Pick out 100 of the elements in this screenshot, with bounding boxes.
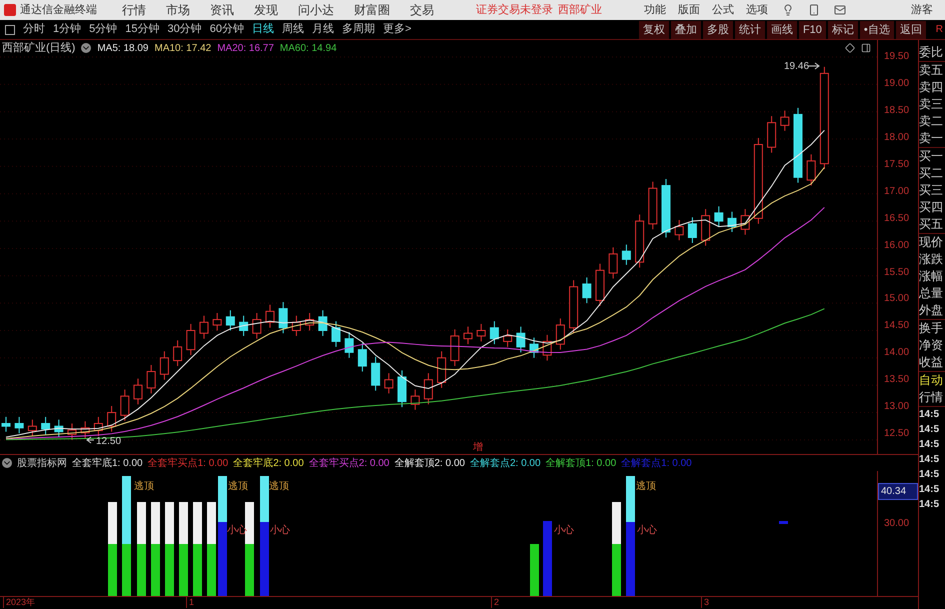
candlestick bbox=[728, 211, 736, 233]
price-axis-label: 12.50 bbox=[883, 427, 910, 442]
menu-item[interactable]: 交易 bbox=[410, 1, 434, 19]
chart-title: 西部矿业(日线) bbox=[2, 40, 76, 56]
quote-field-label: 总量 bbox=[919, 285, 944, 302]
menu-item[interactable]: 公式 bbox=[712, 2, 734, 18]
menu-item[interactable]: 版面 bbox=[678, 2, 700, 18]
ma-value: MA10: 17.42 bbox=[154, 42, 212, 56]
panel-icon[interactable] bbox=[5, 24, 15, 34]
indicator-value: 全解套点2: 0.00 bbox=[470, 456, 541, 470]
price-axis-label: 18.50 bbox=[883, 104, 910, 118]
time-axis-label: 3 bbox=[701, 597, 710, 608]
period-tab[interactable]: 1分钟 bbox=[53, 21, 82, 38]
ma-value: MA20: 16.77 bbox=[217, 42, 274, 56]
tool-button[interactable]: 统计 bbox=[734, 20, 765, 38]
price-axis-label: 15.50 bbox=[883, 266, 910, 280]
menu-item[interactable]: 问小达 bbox=[298, 1, 334, 19]
period-tab[interactable]: 分时 bbox=[23, 21, 45, 38]
candlestick bbox=[305, 312, 314, 331]
trade-time: 14:5 bbox=[919, 453, 940, 467]
tool-button[interactable]: 画线 bbox=[766, 20, 797, 38]
tool-button[interactable]: F10 bbox=[798, 20, 826, 38]
candlestick bbox=[80, 420, 90, 439]
menu-item[interactable]: 选项 bbox=[746, 2, 768, 18]
tool-button[interactable]: 多股 bbox=[702, 20, 733, 38]
period-tab[interactable]: 15分钟 bbox=[125, 21, 160, 38]
lightbulb-icon[interactable] bbox=[782, 4, 794, 16]
period-tab[interactable]: 5分钟 bbox=[89, 21, 118, 38]
candlestick bbox=[239, 315, 248, 336]
indicator-value: 全套牢底1: 0.00 bbox=[72, 456, 143, 470]
price-axis-label: 14.50 bbox=[883, 319, 910, 334]
candlestick bbox=[701, 208, 710, 246]
candlestick bbox=[54, 419, 64, 438]
price-axis-label: 18.00 bbox=[883, 130, 910, 145]
tool-button[interactable]: •自选 bbox=[860, 20, 894, 38]
candlestick bbox=[635, 214, 644, 268]
period-tab[interactable]: 60分钟 bbox=[210, 21, 244, 38]
candlestick bbox=[186, 323, 196, 356]
period-tab[interactable]: 30分钟 bbox=[168, 21, 202, 38]
time-axis-label: 2 bbox=[491, 597, 500, 608]
candlestick bbox=[596, 263, 604, 306]
candlestick bbox=[622, 244, 631, 266]
candlestick bbox=[200, 315, 208, 340]
signal-tag: 逃顶 bbox=[269, 479, 289, 494]
candlestick bbox=[173, 340, 182, 367]
panel-icon[interactable] bbox=[861, 43, 871, 53]
trade-time: 14:5 bbox=[919, 438, 940, 452]
period-tab[interactable]: 更多> bbox=[383, 21, 412, 38]
candlestick bbox=[648, 181, 658, 230]
price-axis-label: 19.50 bbox=[883, 50, 910, 64]
candlestick bbox=[780, 110, 790, 132]
corner-mark: R bbox=[936, 23, 943, 37]
candlestick bbox=[608, 246, 618, 280]
phone-icon[interactable] bbox=[808, 4, 820, 16]
indicator-value: 全解套顶1: 0.00 bbox=[546, 456, 616, 470]
candlestick bbox=[767, 116, 776, 154]
period-tab[interactable]: 日线 bbox=[252, 21, 274, 38]
indicator-value: 全解套点1: 0.00 bbox=[621, 456, 692, 470]
candlestick bbox=[107, 405, 116, 432]
menu-item[interactable]: 发现 bbox=[254, 1, 278, 19]
indicator-axis-label: 30.00 bbox=[883, 517, 910, 531]
candlestick bbox=[41, 416, 50, 435]
candlestick bbox=[371, 356, 380, 392]
menu-item[interactable]: 市场 bbox=[166, 1, 190, 19]
tool-button[interactable]: 返回 bbox=[896, 20, 926, 38]
candlestick bbox=[252, 312, 262, 340]
indicator-value: 全解套顶2: 0.00 bbox=[394, 456, 465, 470]
signal-tag: 逃顶 bbox=[134, 479, 154, 494]
trade-time: 14:5 bbox=[919, 483, 940, 497]
menu-item[interactable]: 财富圈 bbox=[354, 1, 390, 19]
quote-field-label: 卖二 bbox=[919, 113, 944, 130]
period-tab[interactable]: 多周期 bbox=[342, 21, 375, 38]
candlestick bbox=[160, 350, 169, 380]
period-tab[interactable]: 周线 bbox=[282, 21, 304, 38]
tool-button[interactable]: 标记 bbox=[828, 20, 858, 38]
menu-item[interactable]: 功能 bbox=[644, 2, 666, 18]
candlestick bbox=[332, 320, 340, 348]
diamond-icon[interactable] bbox=[845, 43, 855, 53]
period-tab[interactable]: 月线 bbox=[312, 21, 334, 38]
candlestick bbox=[226, 310, 235, 331]
quote-field-label: 买一 bbox=[919, 148, 944, 165]
indicator-axis-label: 40.34 bbox=[878, 483, 918, 500]
quote-field-label: 卖三 bbox=[919, 96, 944, 113]
user-label[interactable]: 游客 bbox=[911, 2, 933, 18]
candlestick bbox=[542, 334, 552, 362]
mail-icon[interactable] bbox=[834, 4, 846, 16]
auto-label[interactable]: 自动 bbox=[919, 372, 945, 389]
menu-item[interactable]: 行情 bbox=[122, 1, 146, 19]
chevron-icon[interactable] bbox=[2, 458, 12, 468]
tool-button[interactable]: 叠加 bbox=[670, 20, 701, 38]
candlestick bbox=[688, 216, 697, 244]
candlestick bbox=[344, 332, 354, 358]
candlestick bbox=[146, 364, 156, 394]
candlestick bbox=[384, 372, 394, 394]
chevron-icon[interactable] bbox=[81, 43, 92, 53]
indicator-value: 全套牢底2: 0.00 bbox=[233, 456, 304, 470]
candlestick bbox=[516, 326, 526, 353]
menu-item[interactable]: 资讯 bbox=[210, 1, 234, 19]
tool-button[interactable]: 复权 bbox=[638, 20, 669, 38]
candlestick bbox=[674, 220, 684, 241]
